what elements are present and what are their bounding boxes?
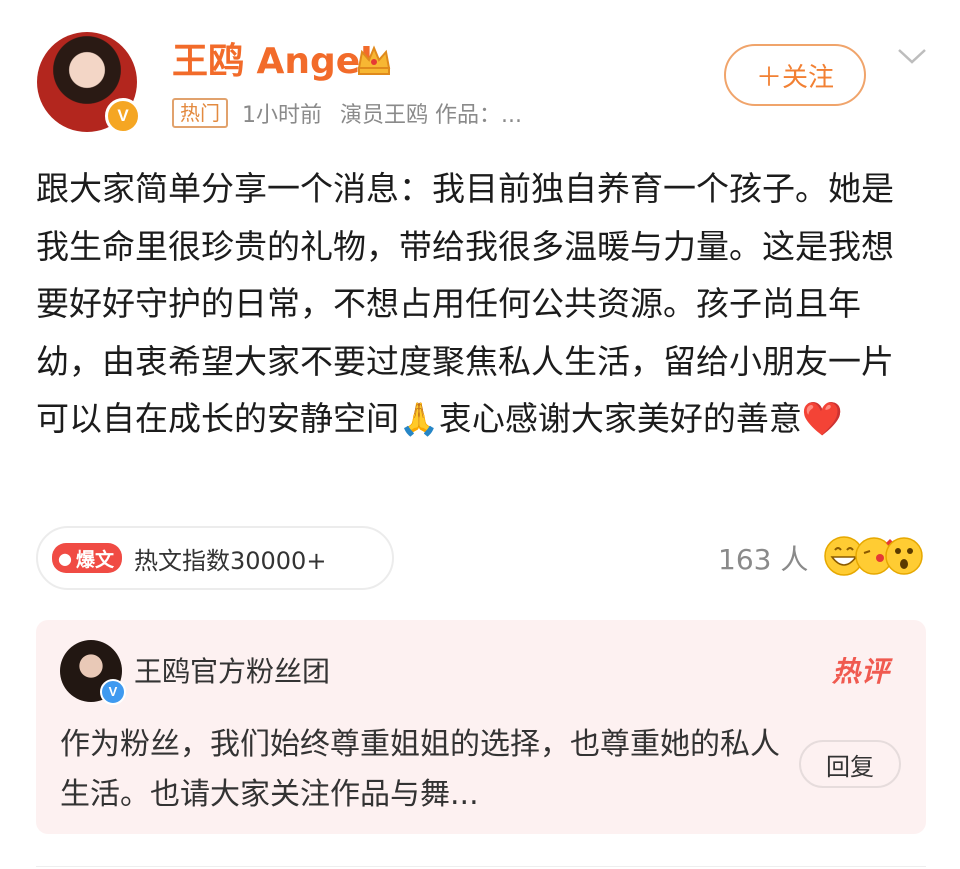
comment-author-name[interactable]: 王鸥官方粉丝团 [134, 650, 330, 690]
post-meta: 热门 1小时前 演员王鸥 作品：... [172, 96, 522, 130]
comment-author-avatar[interactable]: V [60, 640, 126, 705]
chevron-down-icon[interactable] [896, 46, 928, 66]
post-body-tail: 衷心感谢大家美好的善意 [438, 399, 802, 438]
hot-tag: 热门 [172, 98, 228, 128]
author-avatar[interactable]: V [37, 32, 141, 134]
heart-icon: ❤️ [801, 399, 843, 438]
post-source[interactable]: 演员王鸥 作品：... [340, 97, 522, 129]
verified-v-icon: V [105, 98, 141, 134]
praying-hands-icon: 🙏 [399, 400, 439, 438]
reply-button[interactable]: 回复 [799, 740, 901, 788]
post-body: 跟大家简单分享一个消息：我目前独自养育一个孩子。她是我生命里很珍贵的礼物，带给我… [36, 160, 896, 449]
reaction-emojis[interactable] [824, 533, 924, 579]
post-time: 1小时前 [242, 103, 322, 128]
hot-index-chip[interactable]: ● 爆文 热文指数30000+ [36, 526, 394, 590]
verified-v-icon: V [100, 679, 126, 705]
follow-button[interactable]: ＋关注 [724, 44, 866, 106]
divider [36, 866, 926, 867]
hot-article-pill: ● 爆文 [52, 543, 122, 573]
fire-icon: ● [58, 548, 72, 568]
hot-article-label: 爆文 [75, 548, 114, 571]
post-body-text: 跟大家简单分享一个消息：我目前独自养育一个孩子。她是我生命里很珍贵的礼物，带给我… [36, 169, 894, 438]
comment-text: 作为粉丝，我们始终尊重姐姐的选择，也尊重她的私人生活。也请大家关注作品与舞... [60, 727, 780, 812]
author-name[interactable]: 王鸥 Angel [172, 40, 373, 84]
top-comment-card[interactable]: V 王鸥官方粉丝团 热评 作为粉丝，我们始终尊重姐姐的选择，也尊重她的私人生活。… [36, 620, 926, 834]
reaction-count[interactable]: 163 人 [718, 538, 808, 578]
crown-icon [357, 45, 391, 75]
hot-index-text: 热文指数30000+ [133, 546, 327, 575]
hot-comment-badge: 热评 [832, 655, 891, 688]
surprised-emoji-icon [885, 537, 923, 575]
